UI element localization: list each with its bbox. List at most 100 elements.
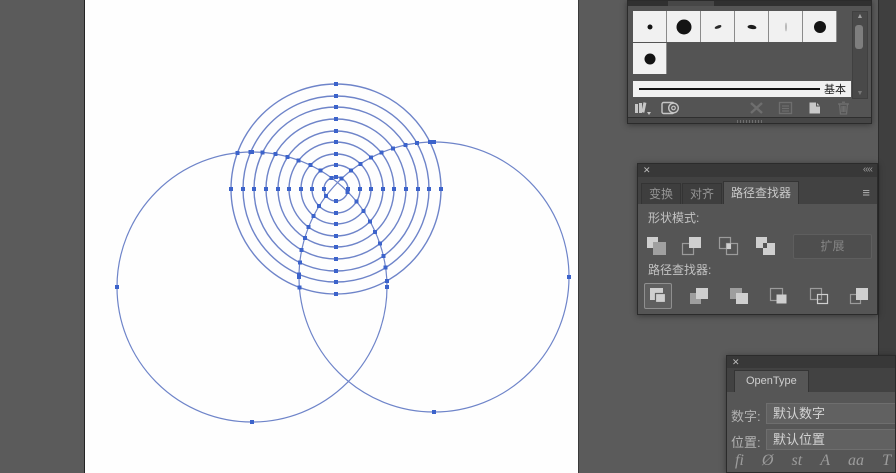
contextual-alternates-icon[interactable]: Ø [762, 452, 774, 470]
anchor-point[interactable] [354, 200, 358, 204]
anchor-point[interactable] [349, 168, 353, 172]
anchor-point[interactable] [428, 140, 432, 144]
minus-front-button[interactable] [677, 233, 705, 259]
tab-align[interactable]: 对齐 [682, 183, 722, 204]
anchor-point[interactable] [334, 152, 338, 156]
anchor-point[interactable] [252, 187, 256, 191]
anchor-point[interactable] [427, 187, 431, 191]
anchor-point[interactable] [299, 187, 303, 191]
standard-ligatures-icon[interactable]: fi [735, 452, 744, 470]
anchor-point[interactable] [334, 117, 338, 121]
anchor-point[interactable] [334, 292, 338, 296]
brushes-scrollbar[interactable]: ▲ ▼ [852, 11, 868, 99]
anchor-point[interactable] [303, 236, 307, 240]
anchor-point[interactable] [334, 82, 338, 86]
anchor-point[interactable] [432, 410, 436, 414]
anchor-point[interactable] [334, 105, 338, 109]
selected-path-circle[interactable] [243, 96, 429, 282]
scroll-up-icon[interactable]: ▲ [853, 13, 867, 20]
anchor-point[interactable] [319, 169, 323, 173]
panel-menu-icon[interactable]: ≡ [862, 187, 870, 199]
opentype-panel-titlebar[interactable]: ✕ [727, 356, 895, 368]
anchor-point[interactable] [307, 225, 311, 229]
collapse-panel-icon[interactable]: «​« [863, 164, 872, 175]
anchor-point[interactable] [404, 187, 408, 191]
close-icon[interactable]: ✕ [643, 165, 651, 176]
selected-path-circle[interactable] [299, 142, 569, 412]
anchor-point[interactable] [334, 211, 338, 215]
scrollbar-thumb[interactable] [855, 25, 863, 49]
anchor-point[interactable] [229, 187, 233, 191]
close-icon[interactable]: ✕ [732, 357, 740, 368]
anchor-point[interactable] [334, 280, 338, 284]
anchor-point[interactable] [392, 187, 396, 191]
anchor-point[interactable] [297, 158, 301, 162]
anchor-point[interactable] [264, 187, 268, 191]
anchor-point[interactable] [241, 187, 245, 191]
brush-swatch-dot-large[interactable] [667, 11, 701, 42]
anchor-point[interactable] [378, 242, 382, 246]
anchor-point[interactable] [273, 152, 277, 156]
brush-swatch-wedge[interactable] [701, 11, 735, 42]
anchor-point[interactable] [334, 175, 338, 179]
anchor-point[interactable] [250, 420, 254, 424]
anchor-point[interactable] [334, 163, 338, 167]
panel-resize-grip[interactable] [628, 117, 871, 124]
expand-button[interactable]: 扩展 [793, 234, 872, 259]
stylistic-alternates-icon[interactable]: aa [848, 452, 864, 470]
anchor-point[interactable] [415, 141, 419, 145]
anchor-point[interactable] [379, 151, 383, 155]
merge-button[interactable] [724, 283, 752, 309]
anchor-point[interactable] [340, 176, 344, 180]
anchor-point[interactable] [381, 187, 385, 191]
unite-button[interactable] [642, 233, 670, 259]
outline-button[interactable] [804, 283, 832, 309]
pathfinder-panel-titlebar[interactable]: ✕ «​« [638, 164, 877, 177]
anchor-point[interactable] [249, 150, 253, 154]
anchor-point[interactable] [403, 143, 407, 147]
brush-swatch-dot-small[interactable] [633, 11, 667, 42]
anchor-point[interactable] [322, 187, 326, 191]
anchor-point[interactable] [358, 187, 362, 191]
divide-button[interactable] [644, 283, 672, 309]
anchor-point[interactable] [329, 176, 333, 180]
anchor-point[interactable] [432, 140, 436, 144]
anchor-point[interactable] [385, 279, 389, 283]
cc-libraries-icon[interactable] [661, 101, 679, 115]
tab-opentype[interactable]: OpenType [734, 370, 809, 392]
anchor-point[interactable] [384, 266, 388, 270]
figure-select[interactable]: 默认数字 [766, 403, 896, 424]
crop-button[interactable] [764, 283, 792, 309]
minus-back-button[interactable] [844, 283, 872, 309]
new-brush-icon[interactable] [807, 101, 825, 115]
anchor-point[interactable] [235, 151, 239, 155]
anchor-point[interactable] [334, 129, 338, 133]
anchor-point[interactable] [300, 248, 304, 252]
anchor-point[interactable] [346, 190, 350, 194]
exclude-button[interactable] [751, 233, 779, 259]
anchor-point[interactable] [358, 162, 362, 166]
anchor-point[interactable] [276, 187, 280, 191]
anchor-point[interactable] [297, 272, 301, 276]
brush-swatch-tapered[interactable] [735, 11, 769, 42]
selected-path-circle[interactable] [278, 131, 394, 247]
anchor-point[interactable] [369, 187, 373, 191]
anchor-point[interactable] [324, 194, 328, 198]
anchor-point[interactable] [297, 285, 301, 289]
swash-icon[interactable]: A [820, 452, 830, 470]
anchor-point[interactable] [416, 187, 420, 191]
anchor-point[interactable] [368, 219, 372, 223]
titling-alternates-icon[interactable]: T [882, 452, 891, 470]
anchor-point[interactable] [334, 94, 338, 98]
tab-pathfinder[interactable]: 路径查找器 [723, 181, 799, 204]
intersect-button[interactable] [714, 233, 742, 259]
brush-swatch-dot-medium-2[interactable] [633, 43, 667, 74]
anchor-point[interactable] [334, 234, 338, 238]
anchor-point[interactable] [373, 230, 377, 234]
anchor-point[interactable] [310, 187, 314, 191]
discretionary-ligatures-icon[interactable]: st [792, 452, 803, 470]
anchor-point[interactable] [261, 150, 265, 154]
brush-item-basic[interactable]: 基本 [633, 81, 851, 97]
anchor-point[interactable] [567, 275, 571, 279]
anchor-point[interactable] [298, 261, 302, 265]
